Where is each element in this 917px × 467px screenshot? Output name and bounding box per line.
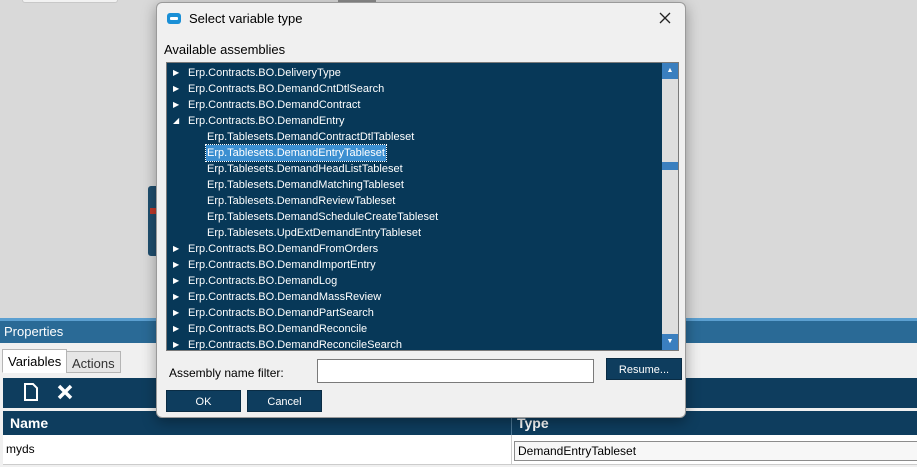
cancel-button[interactable]: Cancel xyxy=(247,390,322,412)
tree-item-label: Erp.Contracts.BO.DemandFromOrders xyxy=(188,243,379,255)
expand-arrow-icon[interactable]: ▶ xyxy=(173,241,183,257)
expand-arrow-icon[interactable]: ▶ xyxy=(173,305,183,321)
cell-variable-name[interactable]: myds xyxy=(6,442,35,456)
tree-item-label: Erp.Tablesets.DemandMatchingTableset xyxy=(207,179,404,191)
tree-child-item[interactable]: Erp.Tablesets.DemandMatchingTableset xyxy=(167,177,662,193)
expand-arrow-icon[interactable]: ▶ xyxy=(173,273,183,289)
close-button[interactable] xyxy=(651,7,679,31)
assembly-filter-label: Assembly name filter: xyxy=(169,366,284,380)
expand-arrow-icon[interactable]: ▶ xyxy=(173,65,183,81)
assemblies-tree[interactable]: ▶ Erp.Contracts.BO.DeliveryType ▶ Erp.Contr… xyxy=(166,62,679,351)
tree-node[interactable]: ▶ Erp.Contracts.BO.DemandReconcile xyxy=(167,321,662,337)
new-document-icon[interactable] xyxy=(21,383,41,403)
expand-arrow-icon[interactable]: ▶ xyxy=(173,337,183,350)
dialog-title: Select variable type xyxy=(189,11,303,26)
tab-variables[interactable]: Variables xyxy=(2,349,68,373)
window-icon xyxy=(167,13,181,24)
ok-button[interactable]: OK xyxy=(166,390,241,412)
assembly-filter-input[interactable] xyxy=(317,359,594,383)
tree-node[interactable]: ▶ Erp.Contracts.BO.DeliveryType xyxy=(167,65,662,81)
delete-x-icon[interactable] xyxy=(55,383,75,403)
expand-arrow-icon[interactable]: ▶ xyxy=(173,321,183,337)
tab-actions[interactable]: Actions xyxy=(66,351,121,373)
tree-node[interactable]: ▶ Erp.Contracts.BO.DemandLog xyxy=(167,273,662,289)
tree-item-label: Erp.Contracts.BO.DemandPartSearch xyxy=(188,307,374,319)
cell-variable-type[interactable]: DemandEntryTableset xyxy=(514,441,917,461)
tree-child-item[interactable]: Erp.Tablesets.UpdExtDemandEntryTableset xyxy=(167,225,662,241)
expand-arrow-icon[interactable]: ▶ xyxy=(173,97,183,113)
tree-items: ▶ Erp.Contracts.BO.DeliveryType ▶ Erp.Contr… xyxy=(167,65,662,351)
table-row[interactable]: myds DemandEntryTableset xyxy=(3,435,917,465)
expand-arrow-icon[interactable]: ▶ xyxy=(173,81,183,97)
tree-child-item[interactable]: Erp.Tablesets.DemandEntryTableset xyxy=(167,144,662,162)
tree-node[interactable]: ▶ Erp.Contracts.BO.DemandFromOrders xyxy=(167,241,662,257)
tree-item-label: Erp.Contracts.BO.DemandReconcileSearch xyxy=(188,339,402,351)
tree-node[interactable]: ▶ Erp.Contracts.BO.DemandReconcileSearch xyxy=(167,337,662,351)
column-header-name[interactable]: Name xyxy=(10,415,48,431)
tree-child-item[interactable]: Erp.Tablesets.DemandScheduleCreateTables… xyxy=(167,209,662,225)
select-variable-type-dialog: Select variable type Available assemblie… xyxy=(156,2,686,418)
tree-item-label: Erp.Tablesets.DemandScheduleCreateTables… xyxy=(207,211,439,223)
tree-item-label: Erp.Contracts.BO.DemandImportEntry xyxy=(188,259,376,271)
collapse-arrow-icon[interactable]: ◢ xyxy=(173,113,183,129)
background-toolbar-stub xyxy=(22,0,118,3)
resume-button[interactable]: Resume... xyxy=(606,358,682,380)
tree-node[interactable]: ▶ Erp.Contracts.BO.DemandCntDtlSearch xyxy=(167,81,662,97)
scroll-down-arrow-icon[interactable]: ▼ xyxy=(662,334,678,350)
tree-child-item[interactable]: Erp.Tablesets.DemandHeadListTableset xyxy=(167,161,662,177)
tree-child-item[interactable]: Erp.Tablesets.DemandReviewTableset xyxy=(167,193,662,209)
dialog-title-bar[interactable]: Select variable type xyxy=(157,3,685,35)
tree-item-label: Erp.Contracts.BO.DeliveryType xyxy=(188,67,341,79)
tree-item-label: Erp.Tablesets.UpdExtDemandEntryTableset xyxy=(207,227,421,239)
tree-item-label: Erp.Contracts.BO.DemandCntDtlSearch xyxy=(188,83,385,95)
tree-item-label: Erp.Contracts.BO.DemandLog xyxy=(188,275,338,287)
tree-item-label: Erp.Tablesets.DemandReviewTableset xyxy=(207,195,396,207)
tree-item-label: Erp.Tablesets.DemandEntryTableset xyxy=(205,144,387,162)
tree-item-label: Erp.Contracts.BO.DemandEntry xyxy=(188,115,345,127)
scroll-up-arrow-icon[interactable]: ▲ xyxy=(662,63,678,79)
tree-node[interactable]: ▶ Erp.Contracts.BO.DemandContract xyxy=(167,97,662,113)
tree-node[interactable]: ▶ Erp.Contracts.BO.DemandMassReview xyxy=(167,289,662,305)
properties-title: Properties xyxy=(4,324,64,339)
available-assemblies-label: Available assemblies xyxy=(164,42,286,57)
expand-arrow-icon[interactable]: ▶ xyxy=(173,257,183,273)
scrollbar-thumb[interactable] xyxy=(662,162,678,170)
tree-item-label: Erp.Tablesets.DemandHeadListTableset xyxy=(207,163,403,175)
tree-item-label: Erp.Contracts.BO.DemandContract xyxy=(188,99,361,111)
tree-item-label: Erp.Contracts.BO.DemandReconcile xyxy=(188,323,368,335)
expand-arrow-icon[interactable]: ▶ xyxy=(173,289,183,305)
tree-item-label: Erp.Contracts.BO.DemandMassReview xyxy=(188,291,382,303)
tree-node[interactable]: ◢ Erp.Contracts.BO.DemandEntry xyxy=(167,113,662,129)
tree-node[interactable]: ▶ Erp.Contracts.BO.DemandPartSearch xyxy=(167,305,662,321)
tree-node[interactable]: ▶ Erp.Contracts.BO.DemandImportEntry xyxy=(167,257,662,273)
tree-item-label: Erp.Tablesets.DemandContractDtlTableset xyxy=(207,131,415,143)
column-divider xyxy=(511,435,512,465)
vertical-scrollbar[interactable]: ▲ ▼ xyxy=(662,63,678,350)
tree-child-item[interactable]: Erp.Tablesets.DemandContractDtlTableset xyxy=(167,129,662,145)
close-icon xyxy=(659,12,671,24)
